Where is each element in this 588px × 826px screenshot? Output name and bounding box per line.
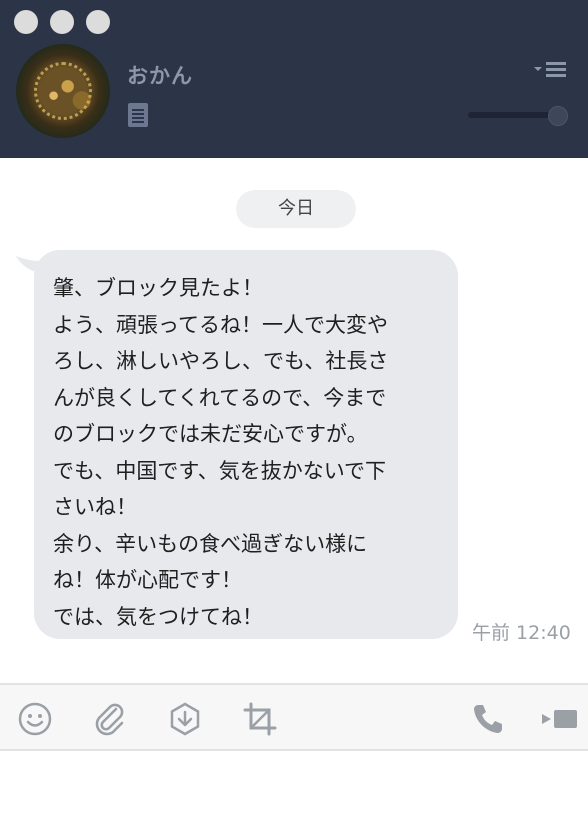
minimize-window-button[interactable] <box>50 10 74 34</box>
zoom-window-button[interactable] <box>86 10 110 34</box>
phone-icon[interactable] <box>470 701 506 737</box>
message-line: 肇、ブロック見たよ！ <box>53 276 263 300</box>
message-line: んが良くしてくれてるので、今まで <box>53 385 387 410</box>
message-line: のブロックでは未だ安心ですが。 <box>53 422 368 446</box>
emoji-icon[interactable] <box>17 701 53 737</box>
window-controls <box>14 10 110 34</box>
opacity-slider[interactable] <box>468 106 568 126</box>
contact-name[interactable]: おかん <box>127 60 193 90</box>
message-line: よう、頑張ってるね！一人で大変や <box>53 312 388 337</box>
composer-toolbar <box>0 685 588 749</box>
slider-knob[interactable] <box>548 106 568 126</box>
message-line: 余り、辛いもの食べ過ぎない様に <box>53 531 368 556</box>
contact-avatar[interactable] <box>16 44 110 138</box>
video-icon[interactable] <box>541 701 577 737</box>
message-line: ろし、淋しいやろし、でも、社長さ <box>53 349 389 373</box>
note-icon[interactable] <box>127 102 149 132</box>
chat-menu-icon[interactable] <box>533 60 569 84</box>
message-line: では、気をつけてね！ <box>53 604 263 629</box>
message-line: さいね！ <box>53 495 137 519</box>
crop-icon[interactable] <box>242 701 278 737</box>
message-line: ね！体が心配です！ <box>53 568 242 592</box>
message-input[interactable] <box>0 751 588 826</box>
chat-header: おかん <box>0 0 588 158</box>
close-window-button[interactable] <box>14 10 38 34</box>
message-bubble[interactable]: 肇、ブロック見たよ！ よう、頑張ってるね！一人で大変や ろし、淋しいやろし、でも… <box>34 250 458 639</box>
download-icon[interactable] <box>167 701 203 737</box>
date-separator: 今日 <box>236 190 356 228</box>
message-line: でも、中国です、気を抜かないで下 <box>53 458 387 483</box>
message-timestamp: 午前 12:40 <box>472 622 571 644</box>
attach-icon[interactable] <box>92 701 128 737</box>
